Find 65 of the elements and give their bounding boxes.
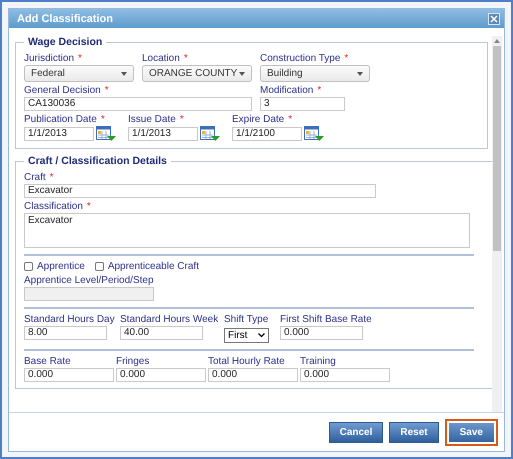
dialog-button[interactable]: Save (444, 418, 498, 446)
required-mark: * (288, 114, 292, 126)
text-field[interactable]: 8.00 (24, 326, 107, 340)
field-label: Total Hourly Rate (208, 356, 285, 368)
text-field[interactable]: Excavator (24, 184, 376, 198)
date-field[interactable]: 1/1/2100 (232, 127, 302, 141)
text-area[interactable]: Excavator (24, 213, 470, 248)
calendar-icon[interactable] (304, 126, 324, 142)
dropdown[interactable]: First (224, 328, 269, 343)
section-title: Craft / Classification Details (27, 155, 168, 167)
scrollbar[interactable] (492, 36, 502, 412)
date-field[interactable]: 1/1/2013 (24, 127, 94, 141)
required-mark: * (100, 114, 105, 126)
required-mark: * (317, 85, 322, 97)
field-label: Training (300, 356, 336, 368)
field-label: Craft (24, 172, 46, 184)
required-mark: * (180, 114, 184, 126)
field-label: Classification (24, 201, 83, 213)
field-label: First Shift Base Rate (280, 314, 372, 326)
field-label: Standard Hours Day (24, 314, 115, 326)
field-label: Fringes (116, 356, 150, 368)
required-mark: * (184, 53, 188, 65)
section-title: Wage Decision (27, 36, 104, 48)
text-field[interactable]: 0.000 (116, 368, 206, 382)
dialog-button[interactable]: Cancel (328, 422, 384, 442)
caret-icon (239, 72, 245, 76)
dialog-button[interactable]: Reset (389, 422, 439, 442)
field-label: Construction Type (260, 53, 340, 65)
field-label: Modification (260, 85, 314, 97)
required-mark: * (86, 201, 91, 213)
calendar-icon[interactable] (96, 126, 116, 142)
chevron-icon (258, 333, 265, 338)
field-label: Publication Date (24, 114, 97, 126)
dropdown[interactable]: Federal (24, 65, 134, 82)
text-field[interactable]: 0.000 (300, 368, 390, 382)
calendar-icon[interactable] (200, 126, 220, 142)
field-label: Standard Hours Week (120, 314, 218, 326)
checkbox[interactable]: Apprenticeable Craft (94, 261, 199, 272)
text-field[interactable]: 3 (260, 97, 345, 111)
field-label: Location (142, 53, 180, 65)
field-label: Base Rate (24, 356, 71, 368)
required-mark: * (344, 53, 348, 65)
caret-icon (121, 72, 127, 76)
field-label: General Decision (24, 85, 101, 97)
field-label: Jurisdiction (24, 53, 74, 65)
date-field[interactable]: 1/1/2013 (128, 127, 198, 141)
close-button[interactable] (488, 12, 500, 24)
scroll-up-icon[interactable] (494, 39, 500, 43)
required-mark: * (104, 85, 109, 97)
text-field[interactable]: CA130036 (24, 97, 252, 111)
text-field[interactable]: 0.000 (280, 326, 363, 340)
field-label: Issue Date (128, 114, 176, 126)
required-mark: * (78, 53, 82, 65)
text-field[interactable]: 0.000 (208, 368, 298, 382)
field-label: Shift Type (224, 314, 268, 326)
caret-icon (357, 72, 363, 76)
required-mark: * (50, 172, 54, 184)
dialog-title: Add Classification (17, 12, 113, 24)
checkbox[interactable]: Apprentice (24, 261, 85, 272)
text-field[interactable]: 40.00 (120, 326, 203, 340)
field-label: Expire Date (232, 114, 284, 126)
dropdown[interactable]: Building (260, 65, 370, 82)
field-label: Apprentice Level/Period/Step (24, 275, 154, 287)
dropdown[interactable]: ORANGE COUNTY (142, 65, 252, 82)
text-field[interactable]: 0.000 (24, 368, 114, 382)
